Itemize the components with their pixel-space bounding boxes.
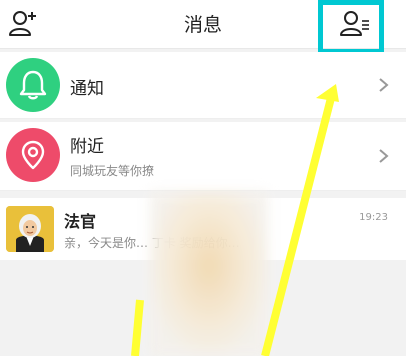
nearby-subtitle: 同城玩友等你撩 xyxy=(70,164,155,178)
list-item-notifications[interactable]: 通知 xyxy=(0,52,406,119)
judge-avatar xyxy=(6,206,54,252)
chat-name: 法官 xyxy=(64,212,97,231)
arrow-shaft xyxy=(131,299,144,356)
app-header: 消息 xyxy=(0,0,406,54)
bell-icon xyxy=(6,58,60,112)
list-item-nearby[interactable]: 附近 同城玩友等你撩 xyxy=(0,122,406,191)
notifications-label: 通知 xyxy=(70,79,104,99)
chevron-right-icon xyxy=(378,77,390,93)
location-pin-icon xyxy=(6,128,60,182)
highlight-box xyxy=(318,0,384,54)
chevron-right-icon xyxy=(378,148,390,164)
chat-time: 19:23 xyxy=(359,212,388,223)
nearby-label: 附近 xyxy=(70,137,104,157)
blurred-overlay xyxy=(150,192,268,356)
